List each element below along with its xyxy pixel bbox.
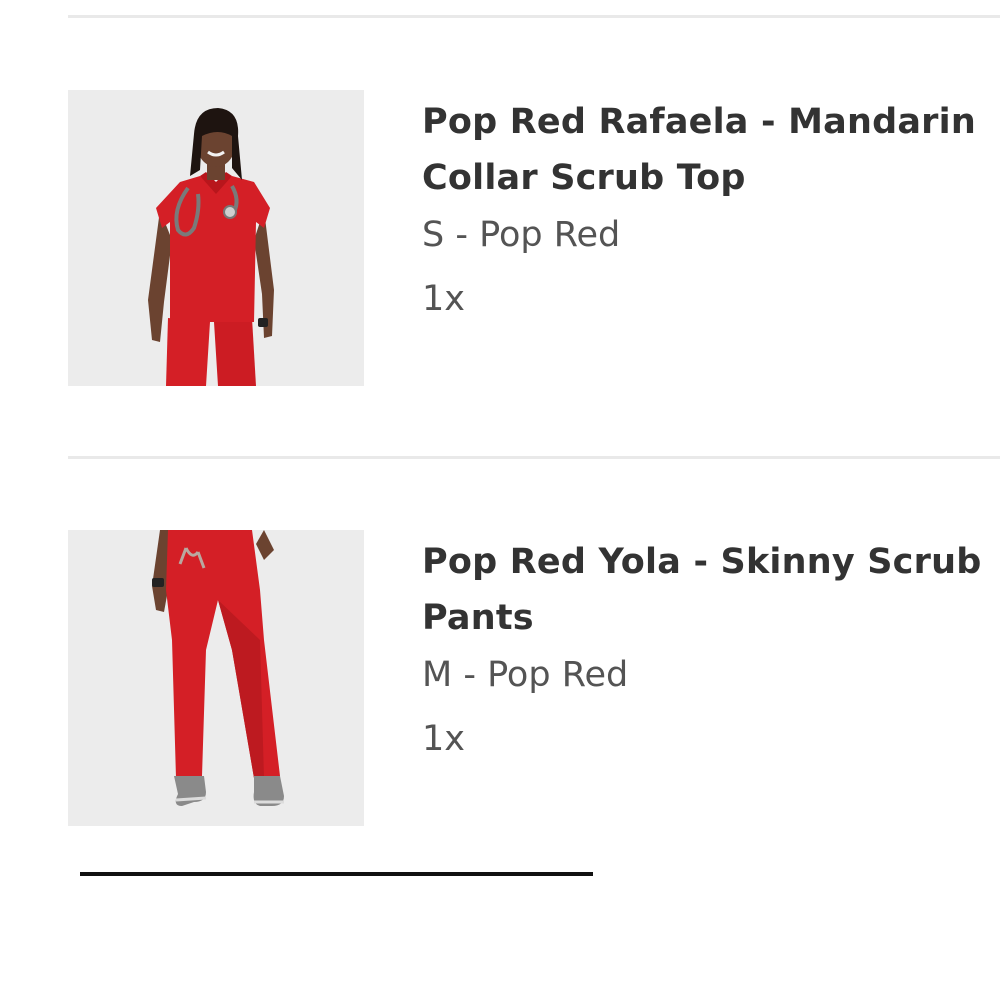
section-divider-top [68,15,1000,18]
product-image-scrub-pants[interactable] [68,530,364,826]
scrub-pants-photo-icon [68,530,364,826]
order-item: Pop Red Yola - Skinny Scrub Pants M - Po… [68,530,1000,830]
product-quantity: 1x [422,719,465,759]
product-title[interactable]: Pop Red Rafaela - Mandarin Collar Scrub … [422,94,1000,206]
order-item-details: Pop Red Yola - Skinny Scrub Pants M - Po… [422,534,1000,764]
product-variant: M - Pop Red [422,655,629,695]
product-title[interactable]: Pop Red Yola - Skinny Scrub Pants [422,534,1000,646]
section-divider [68,456,1000,459]
order-item: Pop Red Rafaela - Mandarin Collar Scrub … [68,90,1000,390]
scrub-top-photo-icon [68,90,364,386]
order-item-details: Pop Red Rafaela - Mandarin Collar Scrub … [422,94,1000,324]
product-quantity: 1x [422,279,465,319]
product-image-scrub-top[interactable] [68,90,364,386]
product-variant: S - Pop Red [422,215,621,255]
bottom-rule-divider [80,872,593,876]
